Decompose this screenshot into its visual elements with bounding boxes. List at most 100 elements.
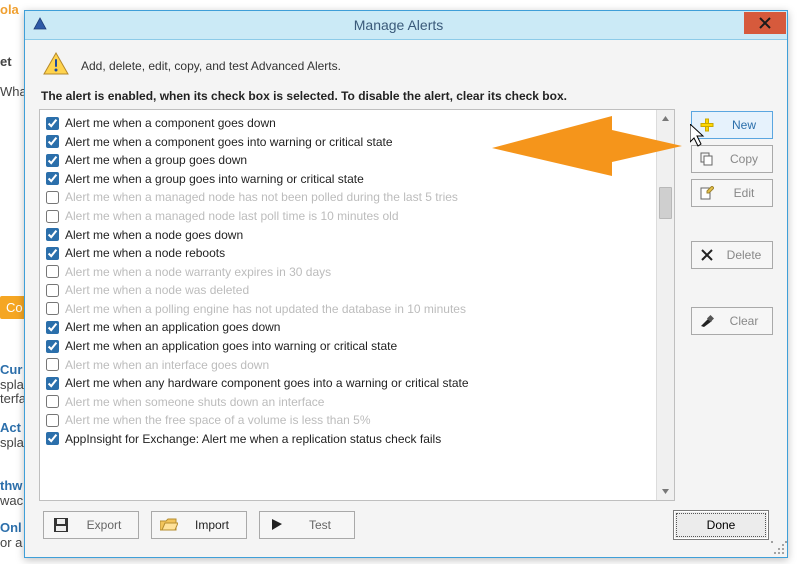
alert-checkbox[interactable]	[46, 321, 59, 334]
save-icon	[52, 517, 70, 533]
alert-checkbox[interactable]	[46, 210, 59, 223]
edit-icon	[698, 185, 716, 201]
bg-text: et	[0, 54, 12, 69]
alert-label: Alert me when a polling engine has not u…	[65, 301, 466, 317]
alert-row[interactable]: Alert me when a managed node has not bee…	[44, 188, 652, 207]
dialog-instruction: The alert is enabled, when its check box…	[41, 89, 773, 103]
done-button[interactable]: Done	[673, 510, 769, 540]
bg-text: thw	[0, 478, 22, 493]
alert-checkbox[interactable]	[46, 247, 59, 260]
new-button[interactable]: New	[691, 111, 773, 139]
bg-text: Wha	[0, 84, 27, 99]
open-icon	[160, 518, 178, 532]
alert-checkbox[interactable]	[46, 340, 59, 353]
alert-label: Alert me when a managed node last poll t…	[65, 208, 399, 224]
bg-text: spla	[0, 435, 24, 450]
alert-label: Alert me when a node warranty expires in…	[65, 264, 331, 280]
alert-checkbox[interactable]	[46, 395, 59, 408]
alert-checkbox[interactable]	[46, 302, 59, 315]
alert-checkbox[interactable]	[46, 414, 59, 427]
alert-checkbox[interactable]	[46, 358, 59, 371]
alert-checkbox[interactable]	[46, 432, 59, 445]
alert-row[interactable]: Alert me when an interface goes down	[44, 355, 652, 374]
clear-button-label: Clear	[722, 314, 766, 328]
done-button-label: Done	[707, 518, 736, 532]
bg-text: Act	[0, 420, 21, 435]
alert-list: Alert me when a component goes down Alert…	[39, 109, 675, 501]
alert-label: Alert me when any hardware component goe…	[65, 375, 469, 391]
alert-checkbox[interactable]	[46, 135, 59, 148]
alert-checkbox[interactable]	[46, 191, 59, 204]
clear-button[interactable]: Clear	[691, 307, 773, 335]
dialog-title: Manage Alerts	[53, 17, 744, 33]
alert-checkbox[interactable]	[46, 117, 59, 130]
alert-label: Alert me when a node goes down	[65, 227, 243, 243]
alert-row[interactable]: Alert me when a polling engine has not u…	[44, 300, 652, 319]
new-button-label: New	[722, 118, 766, 132]
alert-row[interactable]: Alert me when any hardware component goe…	[44, 374, 652, 393]
alert-checkbox[interactable]	[46, 265, 59, 278]
manage-alerts-dialog: Manage Alerts Add, delete, edit, copy, a…	[24, 10, 788, 558]
import-button[interactable]: Import	[151, 511, 247, 539]
titlebar[interactable]: Manage Alerts	[25, 11, 787, 40]
alert-row[interactable]: Alert me when a node reboots	[44, 244, 652, 263]
bg-text: or a	[0, 535, 22, 550]
copy-button[interactable]: Copy	[691, 145, 773, 173]
bg-text: ola	[0, 2, 19, 17]
alert-row[interactable]: Alert me when a node warranty expires in…	[44, 263, 652, 282]
alert-checkbox[interactable]	[46, 377, 59, 390]
alert-row[interactable]: Alert me when a group goes into warning …	[44, 170, 652, 189]
edit-button-label: Edit	[722, 186, 766, 200]
edit-button[interactable]: Edit	[691, 179, 773, 207]
alert-label: Alert me when the free space of a volume…	[65, 412, 371, 428]
alert-label: Alert me when a managed node has not bee…	[65, 189, 458, 205]
import-button-label: Import	[186, 518, 238, 532]
resize-grip[interactable]	[771, 541, 785, 555]
alert-label: Alert me when a component goes into warn…	[65, 134, 393, 150]
warning-icon	[43, 52, 69, 79]
alert-row[interactable]: Alert me when a component goes into warn…	[44, 133, 652, 152]
plus-icon	[698, 117, 716, 133]
scroll-thumb[interactable]	[659, 187, 672, 219]
alert-label: Alert me when an interface goes down	[65, 357, 269, 373]
copy-button-label: Copy	[722, 152, 766, 166]
alert-checkbox[interactable]	[46, 284, 59, 297]
alert-row[interactable]: Alert me when a node was deleted	[44, 281, 652, 300]
scroll-track[interactable]	[657, 127, 674, 483]
alert-label: Alert me when a group goes down	[65, 152, 247, 168]
scroll-down-icon[interactable]	[657, 483, 674, 500]
export-button[interactable]: Export	[43, 511, 139, 539]
alert-row[interactable]: Alert me when an application goes down	[44, 318, 652, 337]
alert-checkbox[interactable]	[46, 228, 59, 241]
dialog-description: Add, delete, edit, copy, and test Advanc…	[81, 59, 341, 73]
export-button-label: Export	[78, 518, 130, 532]
alert-row[interactable]: Alert me when the free space of a volume…	[44, 411, 652, 430]
bg-text: terfa	[0, 391, 26, 406]
alert-row[interactable]: Alert me when a component goes down	[44, 114, 652, 133]
bg-text: spla	[0, 377, 24, 392]
alert-row[interactable]: Alert me when someone shuts down an inte…	[44, 392, 652, 411]
delete-icon	[698, 247, 716, 263]
alert-label: AppInsight for Exchange: Alert me when a…	[65, 431, 441, 447]
alert-row[interactable]: Alert me when a managed node last poll t…	[44, 207, 652, 226]
test-button-label: Test	[294, 518, 346, 532]
test-button[interactable]: Test	[259, 511, 355, 539]
close-button[interactable]	[744, 12, 786, 34]
alert-label: Alert me when a component goes down	[65, 115, 276, 131]
scrollbar[interactable]	[656, 110, 674, 500]
scroll-up-icon[interactable]	[657, 110, 674, 127]
footer: Export Import Test Done	[39, 501, 773, 549]
alert-row[interactable]: AppInsight for Exchange: Alert me when a…	[44, 430, 652, 449]
delete-button[interactable]: Delete	[691, 241, 773, 269]
side-button-panel: New Copy	[691, 109, 773, 501]
alert-row[interactable]: Alert me when a group goes down	[44, 151, 652, 170]
alert-label: Alert me when a node reboots	[65, 245, 225, 261]
alert-checkbox[interactable]	[46, 172, 59, 185]
alert-checkbox[interactable]	[46, 154, 59, 167]
clear-icon	[698, 313, 716, 329]
alert-label: Alert me when a group goes into warning …	[65, 171, 364, 187]
alert-row[interactable]: Alert me when an application goes into w…	[44, 337, 652, 356]
flag-icon	[268, 518, 286, 532]
alert-row[interactable]: Alert me when a node goes down	[44, 225, 652, 244]
copy-icon	[698, 151, 716, 167]
